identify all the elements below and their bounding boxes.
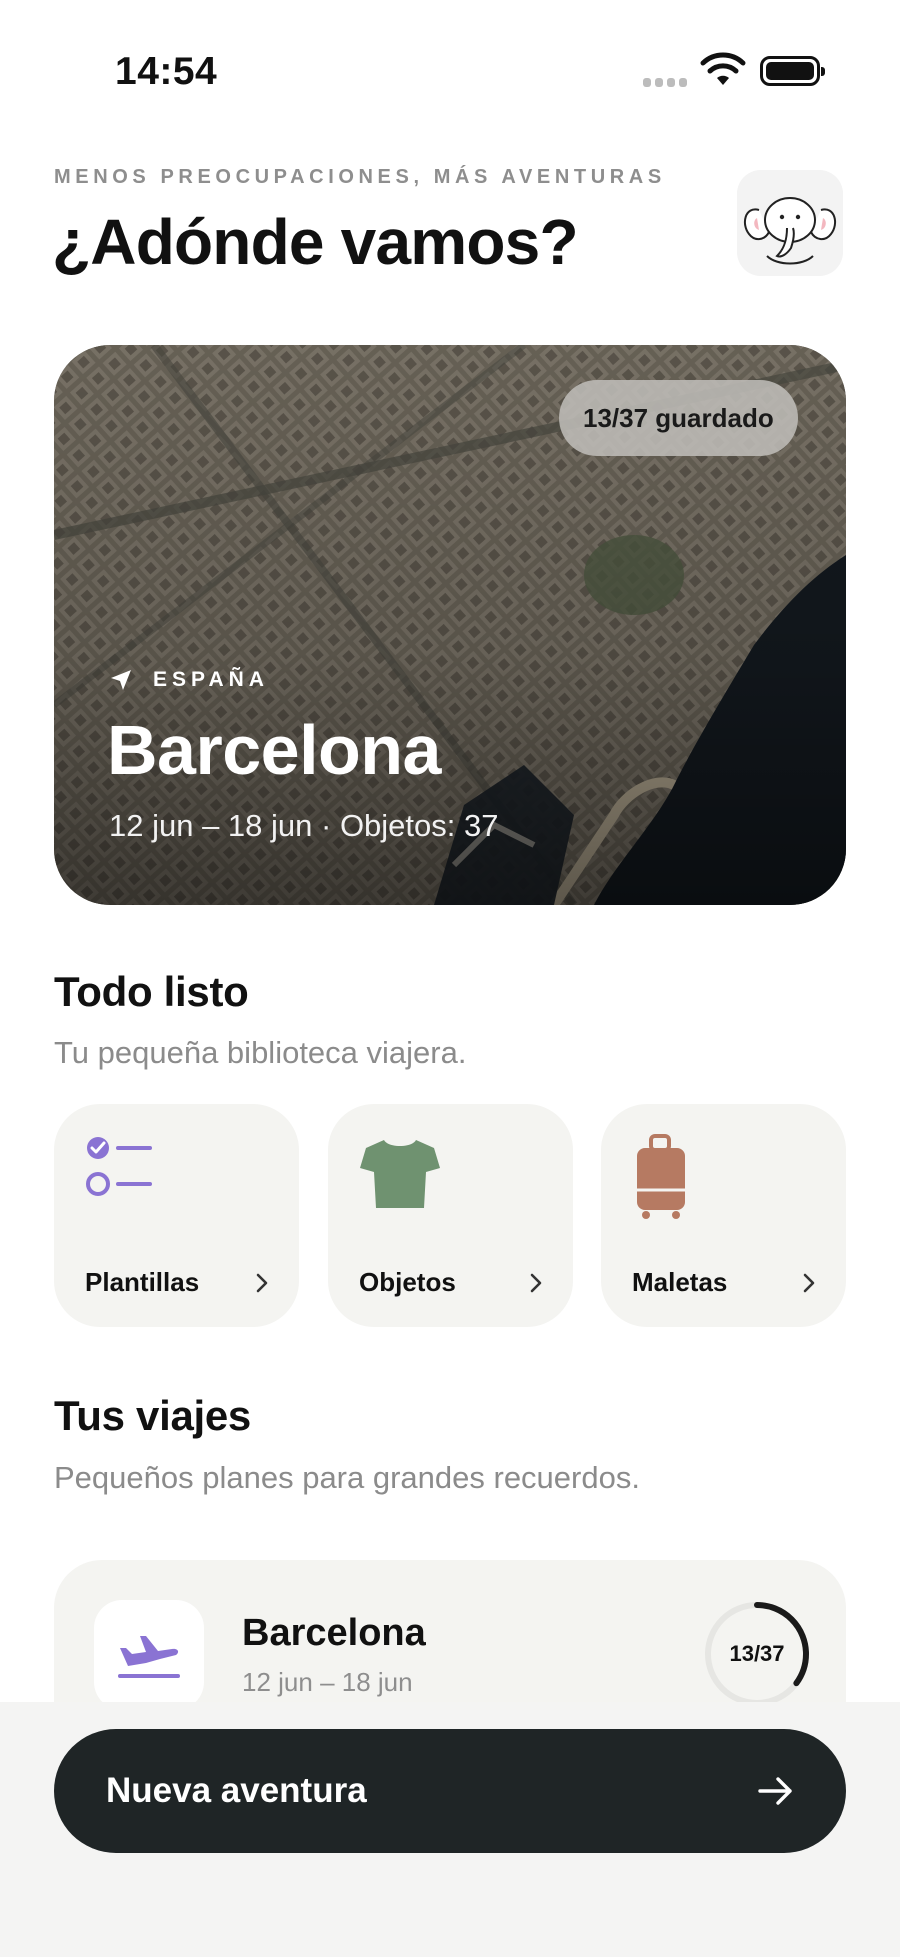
trips-subtitle: Pequeños planes para grandes recuerdos. — [54, 1460, 640, 1495]
chevron-right-icon — [803, 1273, 815, 1293]
suitcase-icon — [637, 1134, 685, 1219]
elephant-icon — [737, 170, 843, 276]
avatar[interactable] — [737, 170, 843, 276]
trip-icon — [94, 1600, 204, 1710]
status-time: 14:54 — [115, 50, 218, 93]
tile-templates-label: Plantillas — [85, 1267, 200, 1297]
trip-progress-label: 13/37 — [729, 1641, 785, 1666]
hero-meta: 12 jun – 18 jun · Objetos: 37 — [109, 808, 499, 843]
library-subtitle: Tu pequeña biblioteca viajera. — [54, 1035, 467, 1070]
battery-icon — [760, 56, 825, 86]
trip-progress-ring: 13/37 — [703, 1600, 811, 1708]
tile-suitcases[interactable]: Maletas — [601, 1104, 846, 1327]
new-adventure-button[interactable]: Nueva aventura — [54, 1729, 846, 1853]
tile-items-label: Objetos — [359, 1267, 456, 1297]
trips-title: Tus viajes — [54, 1392, 251, 1439]
tile-items[interactable]: Objetos — [328, 1104, 573, 1327]
trip-dates: 12 jun – 18 jun — [242, 1667, 413, 1697]
chevron-right-icon — [256, 1273, 268, 1293]
saved-progress-badge: 13/37 guardado — [559, 380, 798, 456]
tile-templates[interactable]: Plantillas — [54, 1104, 299, 1327]
new-adventure-label: Nueva aventura — [106, 1771, 367, 1810]
checklist-icon — [86, 1137, 152, 1196]
arrow-right-icon — [758, 1777, 792, 1805]
cellular-signal-icon — [643, 78, 687, 87]
plane-icon — [118, 1636, 180, 1678]
tile-suitcases-label: Maletas — [632, 1267, 728, 1297]
library-title: Todo listo — [54, 968, 249, 1015]
hero-country: ESPAÑA — [109, 668, 269, 692]
hero-city: Barcelona — [107, 711, 441, 789]
header-kicker: MENOS PREOCUPACIONES, MÁS AVENTURAS — [54, 166, 666, 188]
location-arrow-icon — [111, 670, 131, 690]
status-bar: 14:54 — [0, 0, 900, 150]
tshirt-icon — [360, 1140, 440, 1208]
trip-title: Barcelona — [242, 1612, 426, 1654]
hero-country-label: ESPAÑA — [153, 668, 269, 691]
page-title: ¿Adónde vamos? — [52, 206, 579, 278]
wifi-icon — [700, 52, 746, 85]
featured-trip-card[interactable]: 13/37 guardado ESPAÑA Barcelona 12 jun –… — [54, 345, 846, 905]
chevron-right-icon — [530, 1273, 542, 1293]
